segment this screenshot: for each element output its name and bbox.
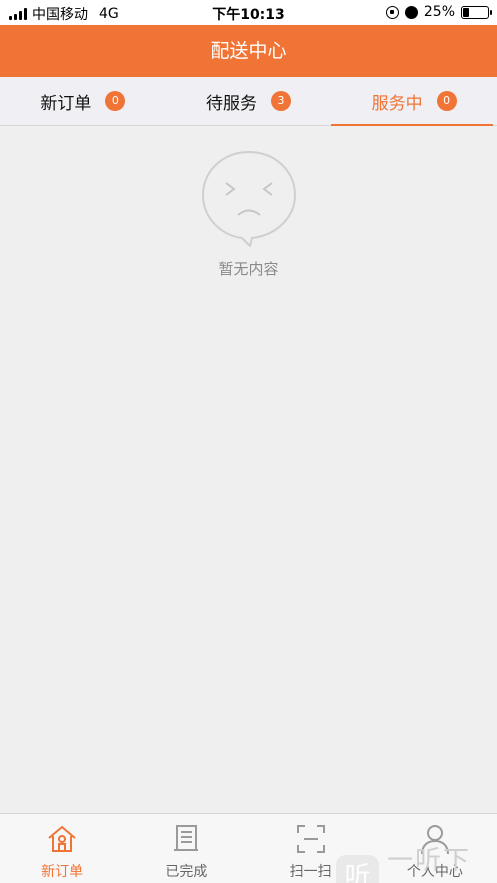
page-title: 配送中心 <box>0 25 497 77</box>
tab-bar: 新订单 0 待服务 3 服务中 0 <box>0 77 497 126</box>
tab-new-orders[interactable]: 新订单 0 <box>0 77 166 125</box>
watermark-badge: 听 <box>336 855 380 883</box>
home-icon <box>48 825 76 852</box>
tab-label: 服务中 <box>371 93 423 114</box>
orientation-lock-icon <box>385 5 399 19</box>
status-right: 25% <box>385 4 492 20</box>
empty-state-text: 暂无内容 <box>218 260 279 278</box>
tab-in-service[interactable]: 服务中 0 <box>331 77 497 126</box>
count-badge: 0 <box>105 91 126 111</box>
nav-label: 新订单 <box>41 864 84 880</box>
tab-pending-service[interactable]: 待服务 3 <box>166 77 332 125</box>
tab-label: 新订单 <box>40 93 92 114</box>
status-bar: 中国移动 4G 下午10:13 25% <box>0 0 497 25</box>
battery-icon <box>461 5 492 19</box>
watermark: 听 一听下载 <box>336 840 497 883</box>
alarm-icon <box>404 5 418 19</box>
count-badge: 0 <box>436 91 457 111</box>
count-badge: 3 <box>271 91 291 111</box>
nav-label: 已完成 <box>165 864 208 880</box>
nav-completed[interactable]: 已完成 <box>124 814 248 883</box>
battery-percent: 25% <box>423 4 455 20</box>
document-icon <box>174 825 199 851</box>
sad-face-icon <box>201 150 297 247</box>
battery-level-fill <box>463 7 469 17</box>
nav-new-orders[interactable]: 新订单 <box>0 814 124 883</box>
tab-label: 待服务 <box>206 93 257 114</box>
watermark-text: 一听下载 <box>387 846 472 876</box>
app-screen: 中国移动 4G 下午10:13 25% 配送中心 新订单 0 待服务 3 服务中… <box>0 0 497 883</box>
scan-icon <box>296 825 325 853</box>
nav-label: 扫一扫 <box>289 864 332 880</box>
empty-state: 暂无内容 <box>0 127 497 317</box>
